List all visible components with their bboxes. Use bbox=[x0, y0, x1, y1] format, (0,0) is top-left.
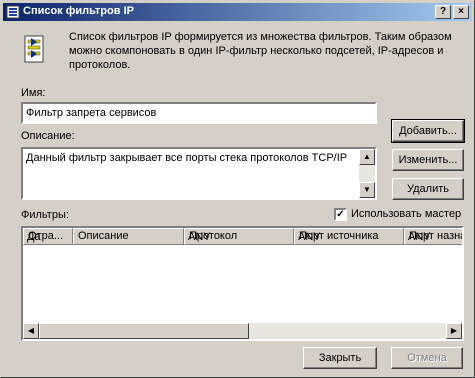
add-button[interactable]: Добавить... bbox=[391, 119, 465, 143]
description-scrollbar[interactable]: ▲ ▼ bbox=[359, 149, 375, 198]
help-button[interactable]: ? bbox=[435, 5, 451, 19]
filters-list[interactable]: Отра... Описание Протокол Порт источника… bbox=[21, 226, 464, 341]
intro-text: Список фильтров IP формируется из множес… bbox=[69, 31, 452, 71]
remove-button[interactable]: Удалить bbox=[392, 178, 464, 200]
filter-list-large-icon bbox=[24, 35, 44, 63]
edit-button[interactable]: Изменить... bbox=[392, 149, 464, 171]
filters-label: Фильтры: bbox=[21, 209, 69, 221]
filters-hscrollbar[interactable]: ◀ ▶ bbox=[23, 323, 462, 339]
window-title: Список фильтров IP bbox=[23, 5, 134, 17]
scroll-up-icon[interactable]: ▲ bbox=[359, 149, 375, 165]
row-source-port: ANY bbox=[298, 231, 321, 243]
row-protocol: ANY bbox=[188, 231, 211, 243]
scroll-right-icon[interactable]: ▶ bbox=[446, 323, 462, 339]
title-bar[interactable]: Список фильтров IP ? × bbox=[3, 3, 472, 21]
scroll-left-icon[interactable]: ◀ bbox=[23, 323, 39, 339]
name-value: Фильтр запрета сервисов bbox=[26, 107, 157, 119]
ip-filter-list-dialog: Список фильтров IP ? × Список фильтров I… bbox=[0, 0, 475, 378]
use-wizard-label: Использовать мастер bbox=[351, 208, 462, 220]
row-dest-port: ANY bbox=[408, 231, 431, 243]
name-field[interactable]: Фильтр запрета сервисов bbox=[21, 102, 377, 124]
row-mirrored: Да bbox=[27, 231, 41, 243]
filters-table: Отра... Описание Протокол Порт источника… bbox=[23, 228, 462, 339]
description-field[interactable]: Данный фильтр закрывает все порты стека … bbox=[21, 147, 377, 200]
scroll-thumb[interactable] bbox=[39, 323, 249, 339]
scroll-down-icon[interactable]: ▼ bbox=[359, 182, 375, 198]
filter-list-icon bbox=[6, 5, 20, 19]
close-button[interactable]: Закрыть bbox=[303, 347, 377, 369]
close-window-button[interactable]: × bbox=[453, 5, 469, 19]
use-wizard-checkbox[interactable]: ✓ bbox=[334, 208, 347, 221]
cancel-button[interactable]: Отмена bbox=[391, 347, 463, 369]
name-label: Имя: bbox=[21, 87, 45, 99]
description-label: Описание: bbox=[21, 130, 75, 142]
name-label-text: Имя: bbox=[21, 87, 46, 99]
table-row[interactable]: Да ANY ANY ANY bbox=[23, 228, 462, 262]
description-value: Данный фильтр закрывает все порты стека … bbox=[26, 152, 348, 164]
